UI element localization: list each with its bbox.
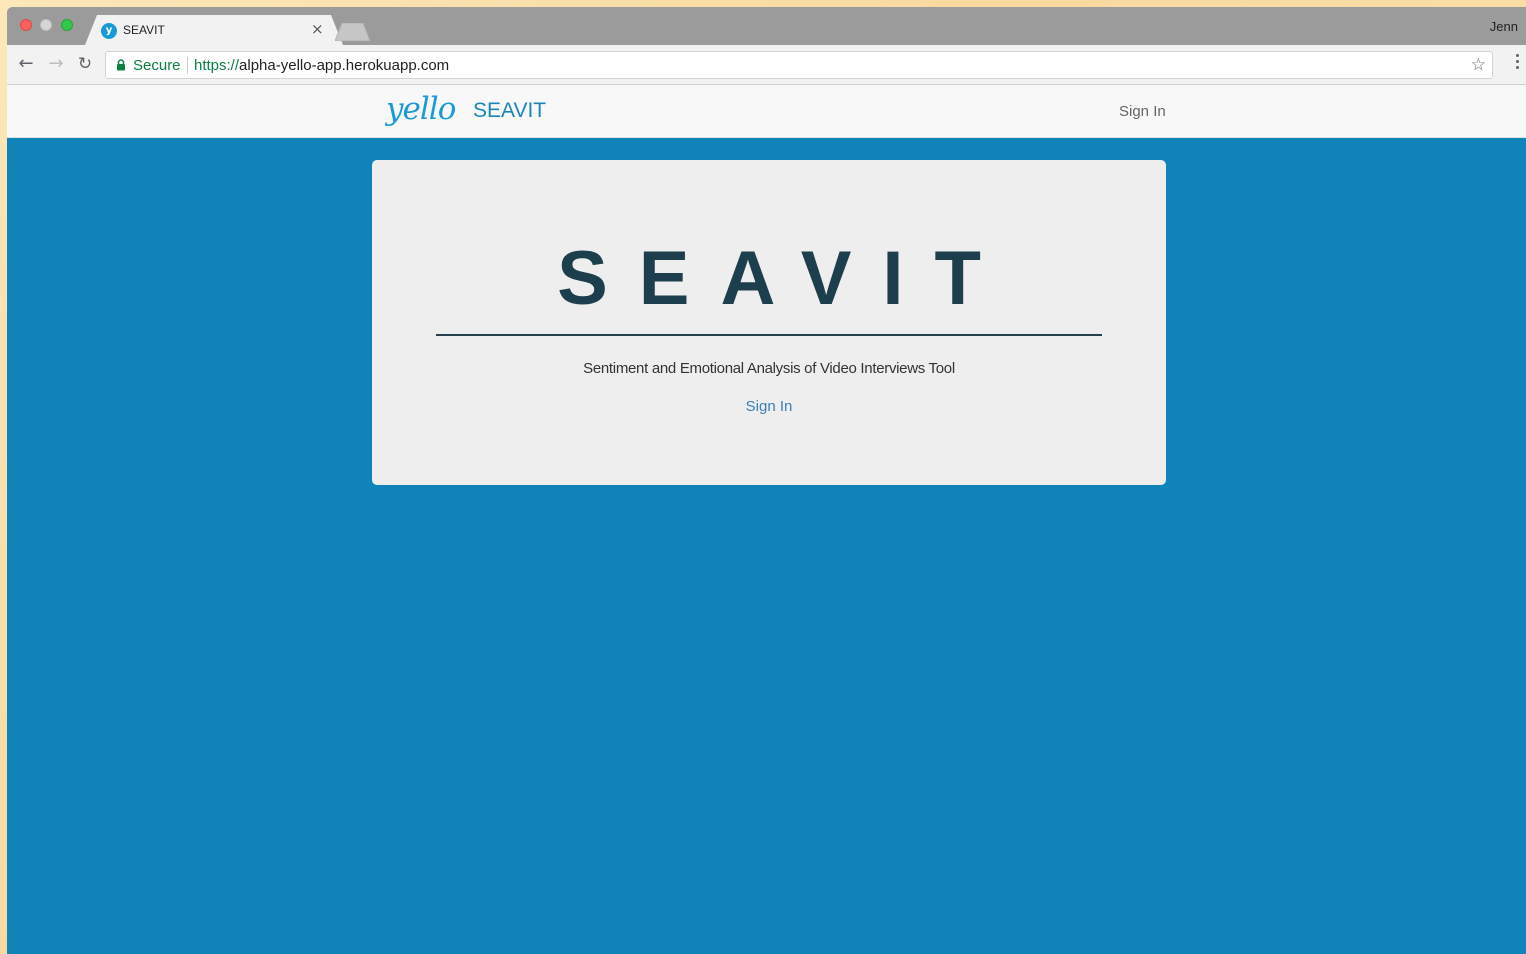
tab-strip: y SEAVIT × Jenn [7, 7, 1526, 45]
forward-arrow-icon[interactable]: → [45, 53, 67, 75]
close-window-button[interactable] [20, 19, 32, 31]
reload-icon[interactable]: ↻ [74, 53, 96, 75]
url-scheme: https:// [194, 57, 240, 74]
hero-title: SEAVIT [557, 236, 1012, 321]
tab-title: SEAVIT [123, 23, 165, 37]
site-navbar: yello SEAVIT Sign In [7, 85, 1526, 138]
lock-icon [117, 59, 125, 71]
nav-sign-in-link[interactable]: Sign In [1119, 103, 1166, 120]
yello-favicon-icon: y [101, 23, 117, 39]
tab-close-icon[interactable]: × [311, 21, 324, 37]
back-arrow-icon[interactable]: ← [15, 53, 37, 75]
address-separator [187, 57, 188, 74]
tab-seavit[interactable]: y SEAVIT × [85, 15, 347, 45]
secure-label: Secure [133, 57, 181, 74]
hero-card: SEAVIT Sentiment and Emotional Analysis … [372, 160, 1166, 485]
url-text[interactable]: https://alpha-yello-app.herokuapp.com [194, 57, 449, 74]
browser-toolbar: ← → ↻ Secure https://alpha-yello-app.her… [7, 45, 1526, 85]
browser-window: y SEAVIT × Jenn ← → ↻ Secure https://alp… [7, 7, 1526, 954]
url-host: alpha-yello-app.herokuapp.com [239, 57, 450, 74]
star-icon[interactable]: ☆ [1471, 55, 1486, 75]
brand-name[interactable]: SEAVIT [473, 99, 546, 123]
hero-sign-in-link[interactable]: Sign In [372, 398, 1166, 415]
profile-name[interactable]: Jenn [1490, 19, 1518, 34]
page-content: yello SEAVIT Sign In SEAVIT Sentiment an… [7, 85, 1526, 954]
new-tab-button[interactable] [335, 23, 371, 41]
maximize-window-button[interactable] [61, 19, 73, 31]
hero-divider [436, 334, 1102, 336]
minimize-window-button[interactable] [40, 19, 52, 31]
menu-icon[interactable] [1516, 54, 1520, 72]
hero-subtitle: Sentiment and Emotional Analysis of Vide… [583, 360, 955, 377]
yello-logo[interactable]: yello [386, 91, 456, 127]
address-bar[interactable]: Secure https://alpha-yello-app.herokuapp… [105, 51, 1493, 79]
